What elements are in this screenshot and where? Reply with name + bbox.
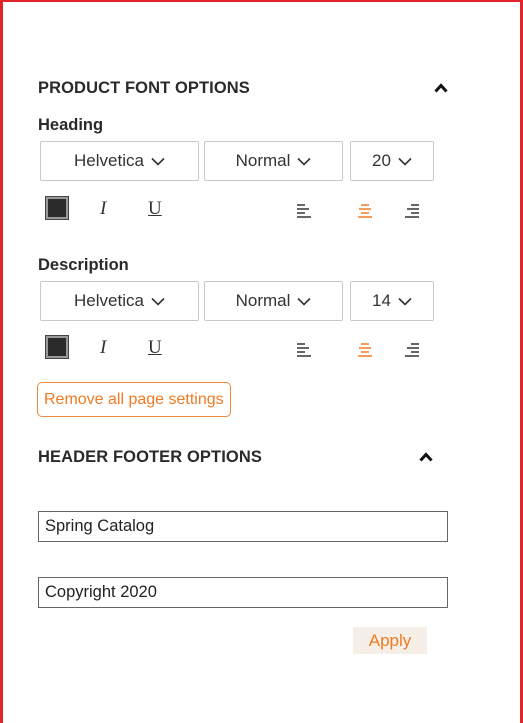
description-underline-button[interactable]: U [148,337,162,359]
product-font-options-header[interactable]: PRODUCT FONT OPTIONS [38,78,448,98]
description-font-weight-select[interactable]: Normal [204,281,343,321]
description-font-family-value: Helvetica [74,291,144,310]
description-font-weight-value: Normal [235,291,291,310]
description-italic-button[interactable]: I [100,337,106,359]
remove-all-page-settings-button[interactable]: Remove all page settings [37,382,231,417]
heading-font-weight-select[interactable]: Normal [204,141,343,181]
heading-font-family-select[interactable]: Helvetica [40,141,199,181]
chevron-down-icon [398,297,412,306]
align-left-icon[interactable] [297,203,311,219]
heading-font-size-value: 20 [372,151,391,170]
header-text-input[interactable] [38,511,448,542]
align-left-icon[interactable] [297,342,311,358]
align-right-icon[interactable] [405,203,419,219]
heading-label: Heading [38,116,104,134]
chevron-down-icon [398,157,412,166]
chevron-up-icon[interactable] [419,450,433,464]
footer-text-input[interactable] [38,577,448,608]
chevron-down-icon [297,297,311,306]
chevron-up-icon[interactable] [434,81,448,95]
heading-font-weight-value: Normal [235,151,291,170]
heading-underline-button[interactable]: U [148,198,162,220]
heading-font-family-value: Helvetica [74,151,144,170]
chevron-down-icon [151,297,165,306]
description-font-family-select[interactable]: Helvetica [40,281,199,321]
align-center-icon[interactable] [358,203,372,219]
apply-button[interactable]: Apply [353,627,427,654]
heading-font-size-select[interactable]: 20 [350,141,434,181]
align-center-icon[interactable] [358,342,372,358]
description-color-swatch[interactable] [45,335,69,359]
heading-italic-button[interactable]: I [100,198,106,220]
description-font-size-select[interactable]: 14 [350,281,434,321]
options-panel: PRODUCT FONT OPTIONS Heading Helvetica N… [0,0,523,723]
description-font-size-value: 14 [372,291,391,310]
description-label: Description [38,256,129,274]
heading-color-swatch[interactable] [45,196,69,220]
header-footer-options-title: HEADER FOOTER OPTIONS [38,447,262,466]
align-right-icon[interactable] [405,342,419,358]
chevron-down-icon [297,157,311,166]
header-footer-options-header[interactable]: HEADER FOOTER OPTIONS [38,447,433,467]
product-font-options-title: PRODUCT FONT OPTIONS [38,78,250,97]
chevron-down-icon [151,157,165,166]
